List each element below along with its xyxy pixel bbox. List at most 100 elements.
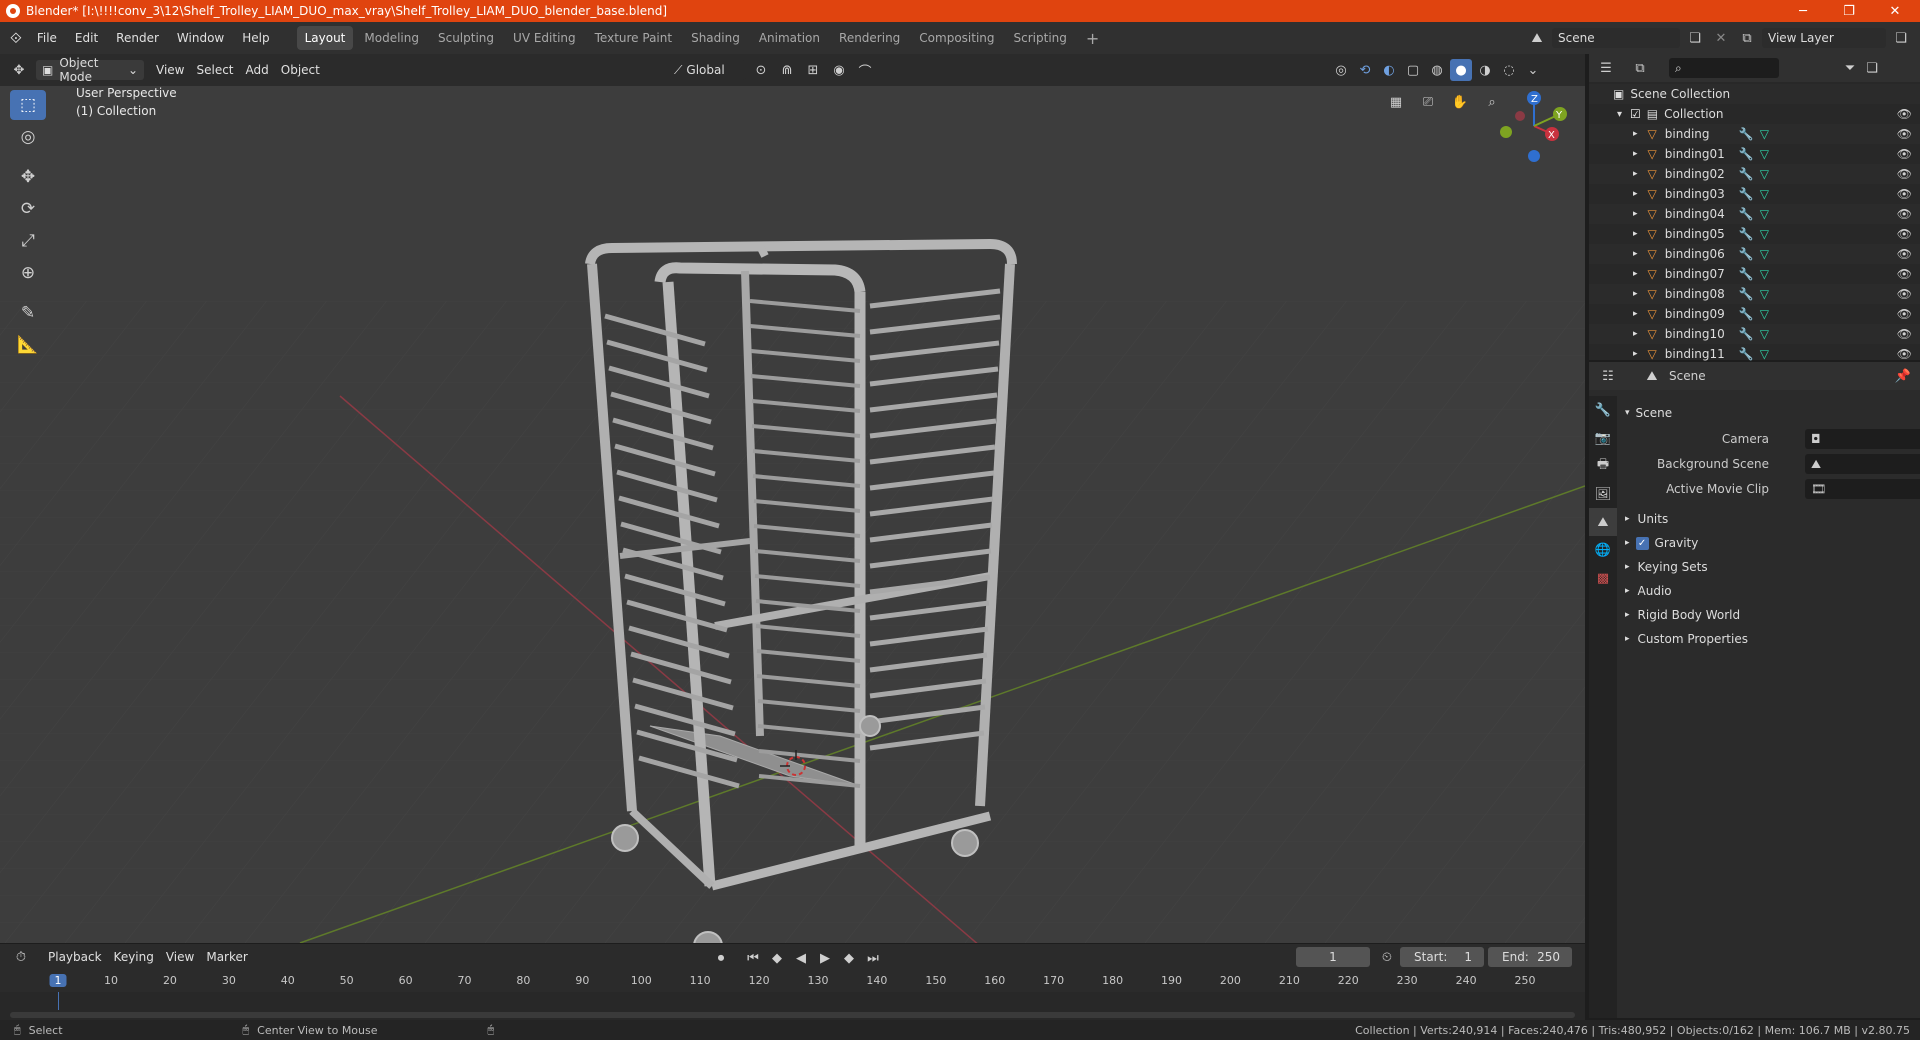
eye-icon[interactable]: 👁 [1897, 247, 1912, 261]
mesh-data-icon[interactable]: ▽ [1760, 127, 1769, 141]
modifier-wrench-icon[interactable]: 🔧 [1739, 207, 1754, 221]
scene-tab-icon[interactable]: ⛰ [1589, 508, 1617, 536]
modifier-wrench-icon[interactable]: 🔧 [1739, 287, 1754, 301]
new-collection-icon[interactable]: ❏ [1861, 57, 1883, 79]
transform-tool-icon[interactable]: ⊕ [10, 258, 46, 288]
outliner-object-row[interactable]: ▸ ▽ binding05 🔧 ▽ 👁 [1589, 224, 1920, 244]
eye-icon[interactable]: 👁 [1897, 347, 1912, 361]
viewport-menu-add[interactable]: Add [240, 59, 275, 81]
modifier-wrench-icon[interactable]: 🔧 [1739, 267, 1754, 281]
clock-icon[interactable]: ⏲ [1376, 946, 1398, 968]
outliner-search-input[interactable]: ⌕ [1669, 58, 1779, 78]
outliner-object-row[interactable]: ▸ ▽ binding08 🔧 ▽ 👁 [1589, 284, 1920, 304]
outliner-object-row[interactable]: ▸ ▽ binding10 🔧 ▽ 👁 [1589, 324, 1920, 344]
outliner-scene-collection[interactable]: ▣ Scene Collection [1589, 84, 1920, 104]
shading-options-icon[interactable]: ⌄ [1522, 59, 1544, 81]
expand-arrow-icon[interactable]: ▸ [1633, 349, 1638, 359]
end-frame-field[interactable]: End: 250 [1488, 947, 1572, 967]
minimize-button[interactable]: ─ [1780, 0, 1826, 22]
timeline-editor-icon[interactable]: ⏱ [10, 946, 32, 968]
remove-scene-icon[interactable]: ✕ [1710, 27, 1732, 49]
eye-icon[interactable]: 👁 [1897, 307, 1912, 321]
jump-end-icon[interactable]: ⏭ [862, 947, 884, 969]
timeline-scrollbar[interactable] [10, 1012, 1575, 1018]
eye-icon[interactable]: 👁 [1897, 287, 1912, 301]
mesh-data-icon[interactable]: ▽ [1760, 287, 1769, 301]
cursor-tool-icon[interactable]: ◎ [10, 122, 46, 152]
mesh-data-icon[interactable]: ▽ [1760, 347, 1769, 361]
keying-sets-panel[interactable]: ▸ Keying Sets [1625, 556, 1915, 578]
blender-menu-icon[interactable]: ⟐ [0, 22, 28, 54]
gravity-panel[interactable]: ▸ ✓ Gravity [1625, 532, 1915, 554]
viewport-menu-select[interactable]: Select [190, 59, 239, 81]
timeline-menu-marker[interactable]: Marker [200, 946, 253, 968]
rotate-tool-icon[interactable]: ⟳ [10, 194, 46, 224]
expand-arrow-icon[interactable]: ▸ [1633, 329, 1638, 339]
eye-icon[interactable]: 👁 [1897, 267, 1912, 281]
prev-keyframe-icon[interactable]: ◆ [766, 947, 788, 969]
rigid-body-world-panel[interactable]: ▸ Rigid Body World [1625, 604, 1915, 626]
current-frame-field[interactable]: 1 [1296, 947, 1370, 967]
outliner-editor-icon[interactable]: ☰ [1595, 57, 1617, 79]
solid-shading-icon[interactable]: ● [1450, 59, 1472, 81]
proportional-edit-icon[interactable]: ◉ [828, 59, 850, 81]
tab-layout[interactable]: Layout [296, 26, 354, 50]
eye-icon[interactable]: 👁 [1897, 147, 1912, 161]
mesh-data-icon[interactable]: ▽ [1760, 307, 1769, 321]
filter-icon[interactable]: ⏷ [1839, 57, 1861, 79]
expand-arrow-icon[interactable]: ▸ [1633, 229, 1638, 239]
eye-icon[interactable]: 👁 [1897, 187, 1912, 201]
menu-window[interactable]: Window [168, 22, 233, 54]
tool-tab-icon[interactable]: 🔧 [1589, 396, 1617, 424]
outliner-object-row[interactable]: ▸ ▽ binding07 🔧 ▽ 👁 [1589, 264, 1920, 284]
material-shading-icon[interactable]: ◑ [1474, 59, 1496, 81]
tab-animation[interactable]: Animation [751, 26, 828, 50]
expand-arrow-icon[interactable]: ▸ [1633, 189, 1638, 199]
outliner-object-row[interactable]: ▸ ▽ binding04 🔧 ▽ 👁 [1589, 204, 1920, 224]
tab-shading[interactable]: Shading [683, 26, 748, 50]
eye-icon[interactable]: 👁 [1897, 127, 1912, 141]
expand-arrow-icon[interactable]: ▸ [1633, 129, 1638, 139]
tab-texture-paint[interactable]: Texture Paint [587, 26, 680, 50]
expand-arrow-icon[interactable]: ▸ [1633, 249, 1638, 259]
timeline-menu-playback[interactable]: Playback [42, 946, 108, 968]
scene-selector[interactable]: Scene [1552, 28, 1680, 48]
outliner-object-row[interactable]: ▸ ▽ binding02 🔧 ▽ 👁 [1589, 164, 1920, 184]
jump-start-icon[interactable]: ⏮ [742, 947, 764, 969]
scene-panel-header[interactable]: ▾ Scene [1625, 402, 1915, 424]
eye-icon[interactable]: 👁 [1897, 327, 1912, 341]
outliner-object-row[interactable]: ▸ ▽ binding11 🔧 ▽ 👁 [1589, 344, 1920, 364]
menu-edit[interactable]: Edit [66, 22, 107, 54]
tab-rendering[interactable]: Rendering [831, 26, 908, 50]
modifier-wrench-icon[interactable]: 🔧 [1739, 127, 1754, 141]
output-tab-icon[interactable]: 🖶 [1589, 452, 1617, 480]
scene-icon[interactable]: ⛰ [1526, 27, 1548, 49]
outliner-collection[interactable]: ▾ ☑ ▤ Collection 👁 [1589, 104, 1920, 124]
pivot-point-icon[interactable]: ⊙ [750, 59, 772, 81]
modifier-wrench-icon[interactable]: 🔧 [1739, 327, 1754, 341]
gizmo-icon[interactable]: ⟲ [1354, 59, 1376, 81]
record-icon[interactable]: ⏺ [710, 947, 732, 969]
mesh-data-icon[interactable]: ▽ [1760, 167, 1769, 181]
view-layer-selector[interactable]: View Layer [1762, 28, 1886, 48]
pan-hand-icon[interactable]: ✋ [1446, 88, 1474, 116]
mesh-data-icon[interactable]: ▽ [1760, 227, 1769, 241]
tab-scripting[interactable]: Scripting [1006, 26, 1075, 50]
tab-compositing[interactable]: Compositing [911, 26, 1002, 50]
custom-properties-panel[interactable]: ▸ Custom Properties [1625, 628, 1915, 650]
new-view-layer-icon[interactable]: ❏ [1890, 27, 1912, 49]
modifier-wrench-icon[interactable]: 🔧 [1739, 167, 1754, 181]
play-icon[interactable]: ▶ [814, 947, 836, 969]
outliner-object-row[interactable]: ▸ ▽ binding03 🔧 ▽ 👁 [1589, 184, 1920, 204]
tab-modeling[interactable]: Modeling [356, 26, 427, 50]
expand-arrow-icon[interactable]: ▸ [1633, 209, 1638, 219]
units-panel[interactable]: ▸ Units [1625, 508, 1915, 530]
modifier-wrench-icon[interactable]: 🔧 [1739, 227, 1754, 241]
mesh-data-icon[interactable]: ▽ [1760, 187, 1769, 201]
visibility-icon[interactable]: ◎ [1330, 59, 1352, 81]
properties-editor-icon[interactable]: ☷ [1597, 365, 1619, 387]
menu-file[interactable]: File [28, 22, 66, 54]
mode-selector[interactable]: ▣ Object Mode ⌄ [36, 56, 144, 84]
expand-arrow-icon[interactable]: ▸ [1633, 309, 1638, 319]
timeline-track-area[interactable] [0, 992, 1585, 1020]
